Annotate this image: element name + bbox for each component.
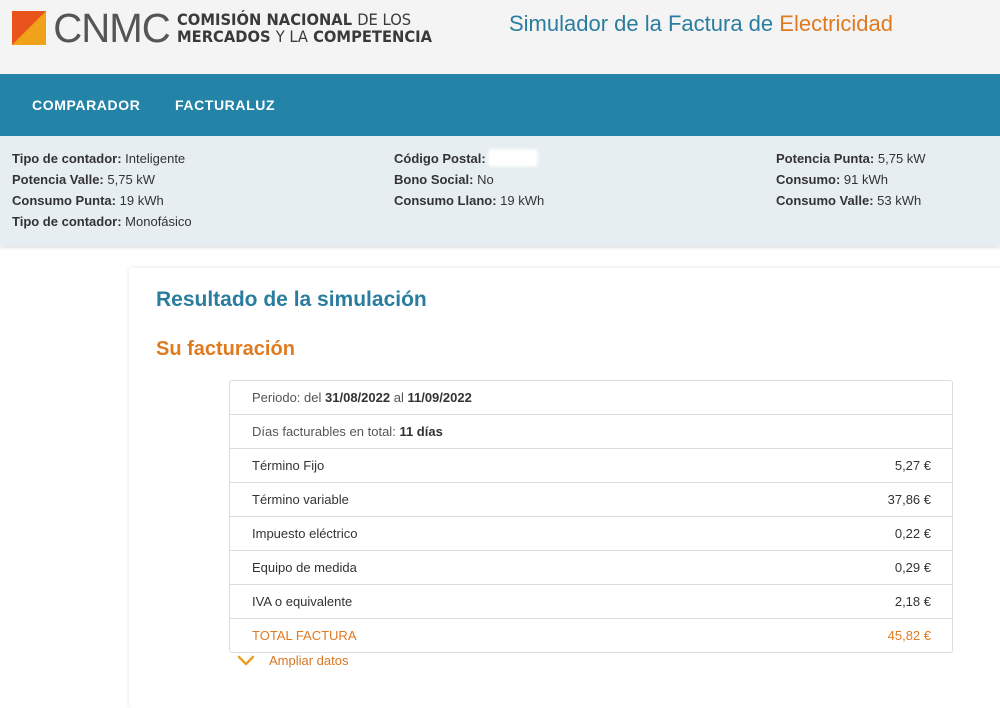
expand-data-label: Ampliar datos (269, 653, 349, 668)
summary-item: Potencia Valle: 5,75 kW (12, 172, 156, 187)
summary-item: Consumo Valle: 53 kWh (776, 193, 922, 208)
period-row: Periodo: del 31/08/2022 al 11/09/2022 (230, 381, 952, 415)
summary-item: Bono Social: No (394, 172, 494, 187)
summary-col-1: Tipo de contador: Inteligente Potencia V… (12, 151, 192, 235)
total-value: 45,82 € (887, 628, 931, 643)
result-title: Resultado de la simulación (156, 288, 427, 311)
cnmc-logo[interactable]: CNMC COMISIÓN NACIONAL DE LOS MERCADOS Y… (12, 5, 454, 51)
total-row: TOTAL FACTURA 45,82 € (230, 619, 952, 652)
app-title: Simulador de la Factura de Electricidad (509, 11, 893, 36)
billing-title: Su facturación (156, 338, 295, 360)
summary-item: Tipo de contador: Inteligente (12, 151, 186, 166)
bill-line-row: Término Fijo 5,27 € (230, 449, 952, 483)
nav-item-facturaluz[interactable]: FACTURALUZ (175, 97, 275, 113)
result-card: Resultado de la simulación Su facturació… (129, 268, 1000, 708)
bill-line-row: IVA o equivalente 2,18 € (230, 585, 952, 619)
summary-col-3: Potencia Punta: 5,75 kW Consumo: 91 kWh … (776, 151, 926, 214)
cnmc-logo-mark (12, 11, 46, 45)
bill-line-row: Equipo de medida 0,29 € (230, 551, 952, 585)
summary-col-2: Código Postal: Bono Social: No Consumo L… (394, 151, 544, 214)
bill-table: Periodo: del 31/08/2022 al 11/09/2022 Dí… (229, 380, 953, 653)
summary-item: Código Postal: (394, 151, 544, 172)
summary-item: Consumo Llano: 19 kWh (394, 193, 545, 208)
chevron-down-icon (237, 655, 255, 665)
nav-item-comparador[interactable]: COMPARADOR (32, 97, 140, 113)
postal-code-redacted (489, 151, 536, 165)
bill-line-row: Impuesto eléctrico 0,22 € (230, 517, 952, 551)
cnmc-logo-text: COMISIÓN NACIONAL DE LOS MERCADOS Y LA C… (176, 10, 432, 46)
consumption-summary: Tipo de contador: Inteligente Potencia V… (0, 136, 1000, 246)
main-nav: COMPARADOR FACTURALUZ (0, 74, 1000, 136)
summary-item: Consumo: 91 kWh (776, 172, 888, 187)
bill-line-row: Término variable 37,86 € (230, 483, 952, 517)
cnmc-logo-letters: CNMC (53, 5, 171, 51)
header: CNMC COMISIÓN NACIONAL DE LOS MERCADOS Y… (0, 0, 1000, 74)
days-row: Días facturables en total: 11 días (230, 415, 952, 449)
app-title-accent: Electricidad (779, 11, 893, 36)
expand-data-link[interactable]: Ampliar datos (237, 653, 348, 668)
summary-item: Potencia Punta: 5,75 kW (776, 151, 926, 166)
summary-item: Consumo Punta: 19 kWh (12, 193, 164, 208)
summary-item: Tipo de contador: Monofásico (12, 214, 192, 229)
